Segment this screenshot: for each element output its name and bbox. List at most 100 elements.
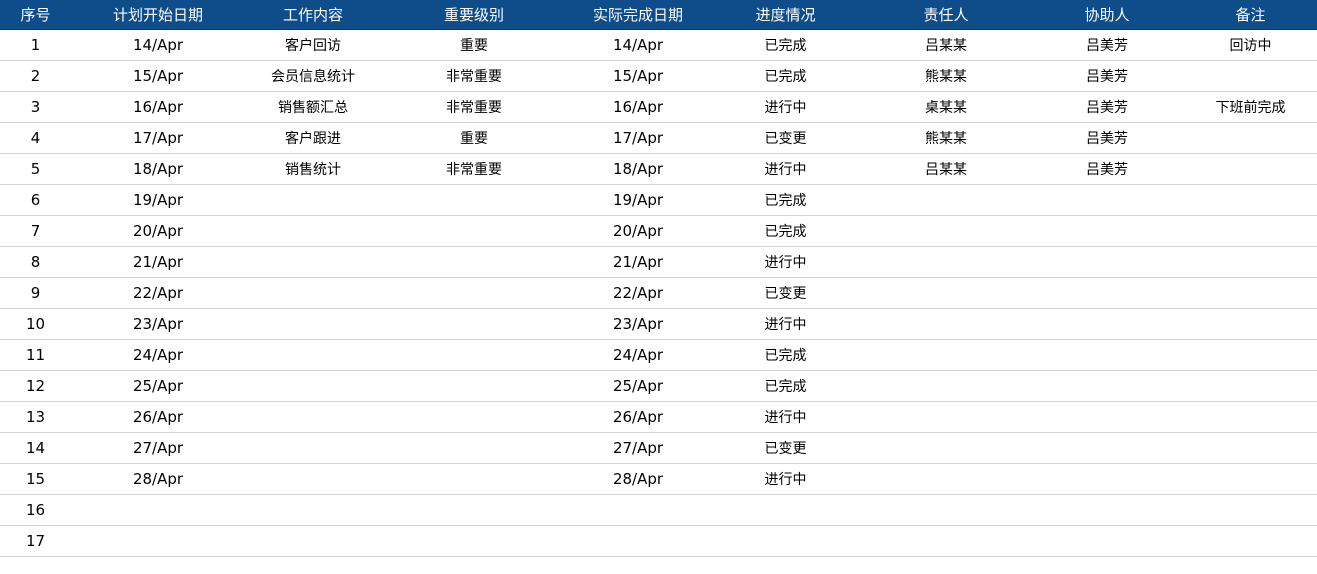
cell-task[interactable] <box>245 246 381 278</box>
cell-owner[interactable] <box>862 463 1030 495</box>
cell-priority[interactable] <box>381 215 567 247</box>
cell-owner[interactable] <box>862 401 1030 433</box>
cell-planned-start[interactable]: 16/Apr <box>71 91 245 123</box>
cell-owner[interactable] <box>862 370 1030 402</box>
col-header-planned-start[interactable]: 计划开始日期 <box>71 0 245 30</box>
cell-notes[interactable] <box>1184 494 1317 526</box>
cell-task[interactable] <box>245 370 381 402</box>
cell-index[interactable]: 11 <box>0 339 71 371</box>
cell-index[interactable]: 16 <box>0 494 71 526</box>
cell-priority[interactable]: 非常重要 <box>381 153 567 185</box>
cell-progress[interactable]: 进行中 <box>709 401 862 433</box>
cell-progress[interactable]: 已变更 <box>709 122 862 154</box>
cell-owner[interactable] <box>862 215 1030 247</box>
cell-index[interactable]: 9 <box>0 277 71 309</box>
cell-index[interactable]: 10 <box>0 308 71 340</box>
cell-planned-start[interactable]: 28/Apr <box>71 463 245 495</box>
cell-actual-finish[interactable]: 27/Apr <box>567 432 709 464</box>
cell-actual-finish[interactable] <box>567 525 709 557</box>
cell-planned-start[interactable]: 21/Apr <box>71 246 245 278</box>
col-header-notes[interactable]: 备注 <box>1184 0 1317 30</box>
cell-assistant[interactable] <box>1030 308 1184 340</box>
cell-owner[interactable]: 熊某某 <box>862 122 1030 154</box>
cell-planned-start[interactable]: 23/Apr <box>71 308 245 340</box>
cell-actual-finish[interactable]: 19/Apr <box>567 184 709 216</box>
cell-assistant[interactable]: 吕美芳 <box>1030 60 1184 92</box>
cell-notes[interactable] <box>1184 308 1317 340</box>
cell-priority[interactable] <box>381 308 567 340</box>
cell-progress[interactable]: 已变更 <box>709 277 862 309</box>
cell-progress[interactable]: 已变更 <box>709 432 862 464</box>
cell-progress[interactable]: 已完成 <box>709 184 862 216</box>
cell-planned-start[interactable]: 26/Apr <box>71 401 245 433</box>
cell-notes[interactable] <box>1184 370 1317 402</box>
cell-actual-finish[interactable]: 15/Apr <box>567 60 709 92</box>
cell-assistant[interactable] <box>1030 184 1184 216</box>
cell-owner[interactable]: 吕某某 <box>862 153 1030 185</box>
cell-progress[interactable]: 进行中 <box>709 246 862 278</box>
cell-planned-start[interactable]: 22/Apr <box>71 277 245 309</box>
col-header-actual-finish[interactable]: 实际完成日期 <box>567 0 709 30</box>
cell-assistant[interactable] <box>1030 370 1184 402</box>
cell-priority[interactable]: 非常重要 <box>381 91 567 123</box>
cell-notes[interactable] <box>1184 525 1317 557</box>
col-header-owner[interactable]: 责任人 <box>862 0 1030 30</box>
cell-planned-start[interactable] <box>71 525 245 557</box>
cell-notes[interactable]: 回访中 <box>1184 29 1317 61</box>
col-header-index[interactable]: 序号 <box>0 0 71 30</box>
cell-task[interactable]: 客户跟进 <box>245 122 381 154</box>
cell-index[interactable]: 15 <box>0 463 71 495</box>
cell-task[interactable]: 客户回访 <box>245 29 381 61</box>
cell-assistant[interactable] <box>1030 525 1184 557</box>
cell-priority[interactable] <box>381 494 567 526</box>
cell-actual-finish[interactable]: 24/Apr <box>567 339 709 371</box>
cell-planned-start[interactable]: 25/Apr <box>71 370 245 402</box>
cell-actual-finish[interactable]: 21/Apr <box>567 246 709 278</box>
cell-progress[interactable] <box>709 494 862 526</box>
col-header-priority[interactable]: 重要级别 <box>381 0 567 30</box>
cell-assistant[interactable] <box>1030 339 1184 371</box>
cell-notes[interactable] <box>1184 432 1317 464</box>
cell-index[interactable]: 8 <box>0 246 71 278</box>
cell-actual-finish[interactable] <box>567 494 709 526</box>
cell-index[interactable]: 4 <box>0 122 71 154</box>
cell-index[interactable]: 6 <box>0 184 71 216</box>
cell-priority[interactable] <box>381 401 567 433</box>
cell-task[interactable] <box>245 339 381 371</box>
cell-assistant[interactable]: 吕美芳 <box>1030 153 1184 185</box>
cell-index[interactable]: 1 <box>0 29 71 61</box>
cell-owner[interactable] <box>862 432 1030 464</box>
cell-task[interactable]: 销售统计 <box>245 153 381 185</box>
cell-progress[interactable]: 已完成 <box>709 60 862 92</box>
cell-owner[interactable] <box>862 277 1030 309</box>
cell-assistant[interactable]: 吕美芳 <box>1030 91 1184 123</box>
cell-notes[interactable] <box>1184 215 1317 247</box>
cell-priority[interactable] <box>381 339 567 371</box>
cell-task[interactable]: 销售额汇总 <box>245 91 381 123</box>
cell-actual-finish[interactable]: 26/Apr <box>567 401 709 433</box>
cell-progress[interactable]: 已完成 <box>709 339 862 371</box>
cell-owner[interactable] <box>862 184 1030 216</box>
cell-notes[interactable] <box>1184 60 1317 92</box>
cell-planned-start[interactable]: 27/Apr <box>71 432 245 464</box>
cell-index[interactable]: 14 <box>0 432 71 464</box>
cell-assistant[interactable] <box>1030 494 1184 526</box>
cell-priority[interactable] <box>381 432 567 464</box>
cell-notes[interactable]: 下班前完成 <box>1184 91 1317 123</box>
cell-actual-finish[interactable]: 23/Apr <box>567 308 709 340</box>
cell-index[interactable]: 5 <box>0 153 71 185</box>
cell-notes[interactable] <box>1184 246 1317 278</box>
cell-owner[interactable]: 桌某某 <box>862 91 1030 123</box>
cell-progress[interactable]: 进行中 <box>709 153 862 185</box>
cell-priority[interactable] <box>381 463 567 495</box>
cell-index[interactable]: 2 <box>0 60 71 92</box>
cell-planned-start[interactable]: 18/Apr <box>71 153 245 185</box>
cell-assistant[interactable] <box>1030 463 1184 495</box>
cell-task[interactable] <box>245 215 381 247</box>
cell-progress[interactable]: 进行中 <box>709 463 862 495</box>
cell-planned-start[interactable] <box>71 494 245 526</box>
cell-notes[interactable] <box>1184 184 1317 216</box>
cell-notes[interactable] <box>1184 153 1317 185</box>
cell-progress[interactable]: 进行中 <box>709 308 862 340</box>
cell-index[interactable]: 13 <box>0 401 71 433</box>
